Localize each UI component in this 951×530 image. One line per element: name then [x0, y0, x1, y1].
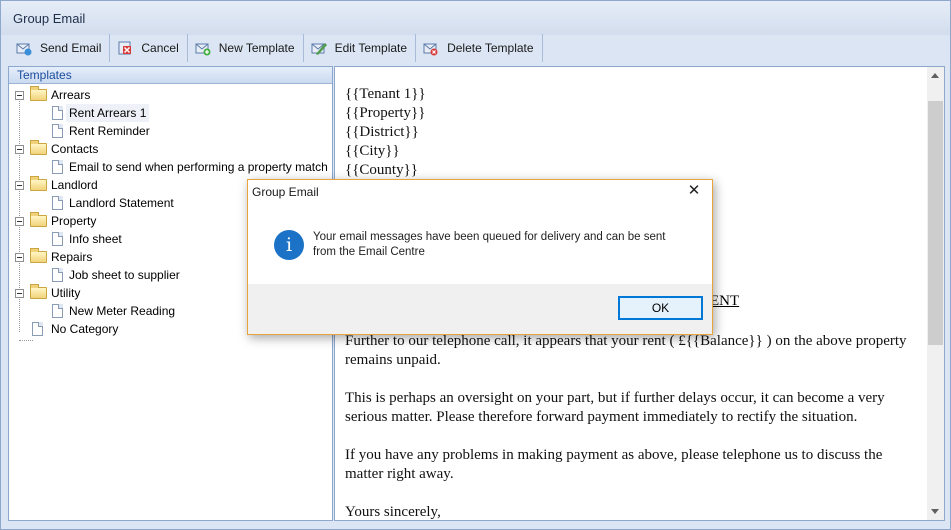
scroll-up-icon[interactable]	[927, 67, 944, 84]
tree-folder-label: Landlord	[51, 178, 98, 192]
collapse-icon[interactable]	[15, 91, 24, 100]
tree-item-rent-arrears-1[interactable]: Rent Arrears 1	[9, 104, 332, 122]
tree-folder-label: Utility	[51, 286, 81, 300]
merge-field-property: {{Property}}	[345, 105, 426, 121]
collapse-icon[interactable]	[15, 181, 24, 190]
tree-item-label: No Category	[51, 322, 119, 336]
tree-folder-label: Repairs	[51, 250, 93, 264]
tree-item-label: Rent Arrears 1	[66, 104, 150, 122]
document-icon	[32, 322, 43, 336]
folder-icon	[30, 248, 47, 263]
merge-field-district: {{District}}	[345, 124, 419, 140]
collapse-icon[interactable]	[15, 217, 24, 226]
group-email-window: Group Email Send Email Cancel New Templa…	[0, 0, 951, 530]
document-icon	[52, 304, 63, 318]
queued-message-dialog: Group Email ✕ i Your email messages have…	[247, 179, 713, 335]
paragraph-3: If you have any problems in making payme…	[345, 447, 883, 482]
dialog-message: Your email messages have been queued for…	[313, 230, 693, 260]
tree-item-label: Email to send when performing a property…	[69, 160, 328, 174]
tree-folder-label: Property	[51, 214, 97, 228]
scroll-down-icon[interactable]	[927, 503, 944, 520]
delete-template-icon	[422, 40, 440, 56]
window-title: Group Email	[13, 11, 86, 26]
letter-heading: ENT	[710, 293, 740, 309]
dialog-message-line: Your email messages have been queued for…	[313, 231, 666, 243]
tree-item-label: Rent Reminder	[69, 124, 150, 138]
folder-icon	[30, 212, 47, 227]
paragraph-2: This is perhaps an oversight on your par…	[345, 390, 885, 425]
dialog-message-line: from the Email Centre	[313, 246, 425, 258]
scroll-thumb[interactable]	[928, 101, 943, 345]
edit-template-button[interactable]: Edit Template	[304, 34, 417, 62]
folder-icon	[30, 176, 47, 191]
tree-item-property-match-email[interactable]: Email to send when performing a property…	[9, 158, 332, 176]
ok-button[interactable]: OK	[618, 296, 703, 320]
collapse-icon[interactable]	[15, 289, 24, 298]
templates-header: Templates	[9, 67, 332, 84]
edit-template-label: Edit Template	[334, 41, 408, 55]
toolbar: Send Email Cancel New Template Edit Temp…	[9, 33, 543, 63]
merge-field-city: {{City}}	[345, 143, 400, 159]
folder-icon	[30, 140, 47, 155]
close-icon[interactable]: ✕	[684, 181, 704, 201]
folder-icon	[30, 86, 47, 101]
dialog-footer: OK	[248, 284, 712, 334]
document-icon	[52, 160, 63, 174]
merge-field-tenant: {{Tenant 1}}	[345, 86, 426, 102]
cancel-icon	[116, 40, 134, 56]
document-icon	[52, 106, 63, 120]
send-email-label: Send Email	[40, 41, 102, 55]
paragraph-1: Further to our telephone call, it appear…	[345, 333, 907, 368]
tree-item-label: New Meter Reading	[69, 304, 176, 318]
tree-connector	[19, 340, 33, 341]
dialog-title: Group Email	[252, 185, 319, 199]
tree-item-label: Landlord Statement	[69, 196, 174, 210]
new-template-label: New Template	[218, 41, 295, 55]
new-template-button[interactable]: New Template	[188, 34, 304, 62]
cancel-label: Cancel	[141, 41, 179, 55]
document-icon	[52, 124, 63, 138]
document-icon	[52, 196, 63, 210]
folder-icon	[30, 284, 47, 299]
merge-field-county: {{County}}	[345, 162, 418, 178]
tree-item-rent-reminder[interactable]: Rent Reminder	[9, 122, 332, 140]
vertical-scrollbar[interactable]	[927, 67, 944, 520]
delete-template-button[interactable]: Delete Template	[416, 34, 543, 62]
tree-folder-label: Arrears	[51, 88, 91, 102]
tree-folder-contacts[interactable]: Contacts	[9, 140, 332, 158]
info-icon: i	[274, 230, 304, 260]
cancel-button[interactable]: Cancel	[110, 34, 188, 62]
send-email-button[interactable]: Send Email	[9, 34, 111, 62]
send-email-icon	[15, 40, 33, 56]
collapse-icon[interactable]	[15, 145, 24, 154]
new-template-icon	[194, 40, 212, 56]
delete-template-label: Delete Template	[447, 41, 534, 55]
closing-line: Yours sincerely,	[345, 504, 441, 520]
document-icon	[52, 232, 63, 246]
collapse-icon[interactable]	[15, 253, 24, 262]
tree-folder-arrears[interactable]: Arrears	[9, 86, 332, 104]
edit-template-icon	[310, 40, 328, 56]
title-bar: Group Email	[1, 1, 950, 35]
tree-item-label: Info sheet	[69, 232, 122, 246]
tree-item-label: Job sheet to supplier	[69, 268, 180, 282]
document-icon	[52, 268, 63, 282]
tree-folder-label: Contacts	[51, 142, 99, 156]
